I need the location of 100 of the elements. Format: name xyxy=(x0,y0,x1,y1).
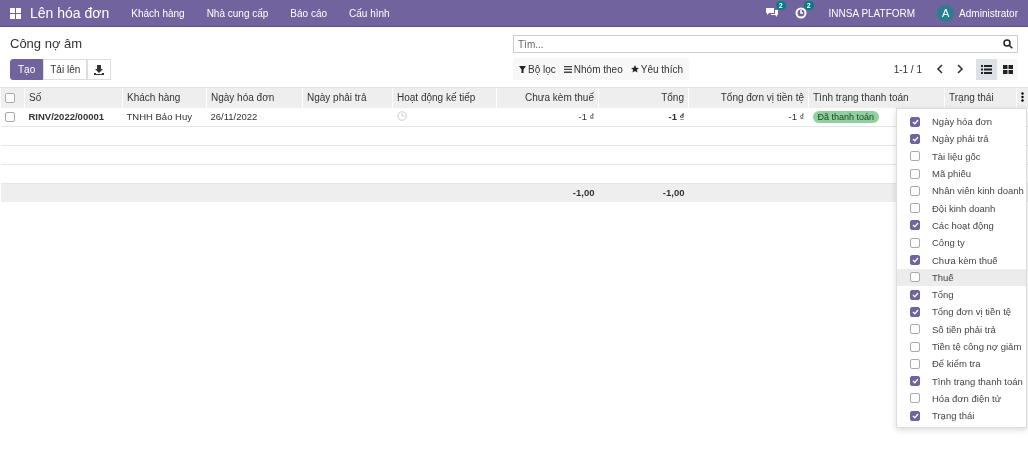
column-header[interactable]: Khách hàng xyxy=(122,87,207,108)
create-button[interactable]: Tạo xyxy=(10,59,44,80)
checkbox[interactable] xyxy=(910,168,920,179)
checkbox[interactable] xyxy=(910,376,920,387)
option-label: Chưa kèm thuế xyxy=(932,254,998,266)
search-field[interactable]: Tìm... xyxy=(513,35,1018,53)
option-label: Tiền tệ công nợ giảm xyxy=(932,341,1022,352)
column-option[interactable]: Thuế xyxy=(897,268,1026,286)
menu-item[interactable]: Báo cáo xyxy=(290,7,328,19)
column-option[interactable]: Các hoạt động xyxy=(897,216,1026,235)
menu-item[interactable]: Nhà cung cấp xyxy=(206,7,269,19)
option-label: Các hoạt động xyxy=(932,219,994,231)
user-avatar[interactable]: A xyxy=(937,4,955,22)
column-option[interactable]: Tài liệu gốc xyxy=(897,147,1026,165)
status-badge: Đã thanh toán xyxy=(812,111,880,124)
list-icon xyxy=(981,64,992,74)
chat-icon[interactable] xyxy=(764,7,779,19)
checkbox[interactable] xyxy=(910,358,920,369)
checkbox[interactable] xyxy=(910,324,920,335)
page-title: Công nợ âm xyxy=(10,36,84,53)
column-header[interactable]: Chưa kèm thuế xyxy=(496,87,599,108)
option-label: Tổng xyxy=(932,289,954,301)
upload-button[interactable]: Tải lên xyxy=(43,59,88,80)
apps-icon[interactable] xyxy=(10,7,21,19)
list-view-button[interactable] xyxy=(976,58,997,80)
table-cell: -1 ₫ xyxy=(598,107,689,127)
checkbox[interactable] xyxy=(910,151,920,162)
company-switcher[interactable]: INNSA PLATFORM xyxy=(828,7,916,19)
column-option[interactable]: Chưa kèm thuế xyxy=(897,251,1026,269)
filter-menu-button[interactable]: Yêu thích xyxy=(626,60,687,78)
column-option[interactable]: Hóa đơn điện tử xyxy=(897,389,1026,408)
checkbox[interactable] xyxy=(910,306,920,317)
search-input[interactable]: Tìm... xyxy=(518,38,1003,50)
column-option[interactable]: Tổng xyxy=(897,285,1026,304)
checkbox[interactable] xyxy=(910,393,920,404)
checkbox[interactable] xyxy=(910,289,920,300)
column-header[interactable]: Ngày hóa đơn xyxy=(206,87,303,108)
checkbox[interactable] xyxy=(910,341,920,352)
search-icon[interactable] xyxy=(1003,39,1013,49)
option-label: Tài liệu gốc xyxy=(932,150,981,162)
row-checkbox[interactable] xyxy=(4,112,15,123)
column-header[interactable]: Ngày phải trả xyxy=(302,87,393,108)
option-label: Để kiểm tra xyxy=(932,358,981,370)
previous-icon[interactable] xyxy=(936,64,944,74)
option-label: Thuế xyxy=(932,271,954,283)
option-label: Nhân viên kinh doanh xyxy=(932,185,1024,197)
column-option[interactable]: Tiền tệ công nợ giảm xyxy=(897,337,1026,356)
filter-menu-button[interactable]: Nhóm theo xyxy=(559,60,627,78)
app-title[interactable]: Lên hóa đơn xyxy=(30,5,110,21)
option-label: Số tiền phải trả xyxy=(932,323,996,335)
column-option[interactable]: Công ty xyxy=(897,234,1026,252)
pager-value[interactable]: 1-1 / 1 xyxy=(893,63,922,75)
menu-item[interactable]: Cấu hình xyxy=(349,7,390,19)
checkbox[interactable] xyxy=(910,237,920,248)
user-name[interactable]: Administrator xyxy=(959,7,1018,19)
checkbox[interactable] xyxy=(910,116,920,127)
column-option[interactable]: Tình trạng thanh toán xyxy=(897,372,1026,390)
download-button[interactable] xyxy=(87,59,112,80)
table-cell: -1 ₫ xyxy=(496,107,599,127)
option-label: Ngày phải trả xyxy=(932,133,989,145)
option-label: Tình trạng thanh toán xyxy=(932,375,1023,387)
column-header[interactable]: Tổng xyxy=(598,87,689,108)
filter-menu-button[interactable]: Bộ lọc xyxy=(515,60,560,78)
option-label: Ngày hóa đơn xyxy=(932,116,993,128)
column-header[interactable]: Tình trạng thanh toán xyxy=(808,87,945,108)
option-label: Công ty xyxy=(932,237,965,249)
table-cell: -1 ₫ xyxy=(688,107,809,127)
select-all-checkbox[interactable] xyxy=(5,93,15,104)
more-options-icon[interactable] xyxy=(1021,91,1024,102)
column-option[interactable]: Trạng thái xyxy=(897,407,1026,425)
lines-icon xyxy=(563,65,572,73)
column-option[interactable]: Tổng đơn vị tiền tệ xyxy=(897,303,1026,321)
column-header[interactable]: Trạng thái xyxy=(944,87,1017,108)
filter-icon xyxy=(519,65,526,73)
checkbox[interactable] xyxy=(910,410,920,421)
total-value: -1,00 xyxy=(662,187,685,199)
checkbox[interactable] xyxy=(910,255,920,265)
column-header[interactable]: Số xyxy=(24,87,123,108)
grid-icon xyxy=(1002,64,1013,74)
column-option[interactable]: Ngày phải trả xyxy=(897,130,1026,148)
column-option[interactable]: Để kiểm tra xyxy=(897,355,1026,373)
checkbox[interactable] xyxy=(910,185,920,196)
checkbox[interactable] xyxy=(910,220,920,231)
checkbox[interactable] xyxy=(910,272,920,283)
checkbox[interactable] xyxy=(910,203,920,214)
download-icon xyxy=(94,64,105,75)
column-option[interactable]: Ngày hóa đơn xyxy=(897,113,1026,131)
column-option[interactable]: Nhân viên kinh doanh xyxy=(897,182,1026,200)
total-value: -1,00 xyxy=(572,187,595,199)
checkbox[interactable] xyxy=(910,133,920,144)
option-label: Hóa đơn điện tử xyxy=(932,392,1002,404)
table-cell: 26/11/2022 xyxy=(206,107,303,127)
column-option[interactable]: Đội kinh doanh xyxy=(897,199,1026,217)
column-header[interactable]: Tổng đơn vị tiền tệ xyxy=(688,87,809,108)
column-option[interactable]: Mã phiếu xyxy=(897,164,1026,183)
column-header[interactable]: Hoạt động kế tiếp xyxy=(392,87,497,108)
option-label: Trạng thái xyxy=(932,410,975,422)
column-option[interactable]: Số tiền phải trả xyxy=(897,320,1026,338)
menu-item[interactable]: Khách hàng xyxy=(131,7,185,19)
next-icon[interactable] xyxy=(956,64,964,74)
